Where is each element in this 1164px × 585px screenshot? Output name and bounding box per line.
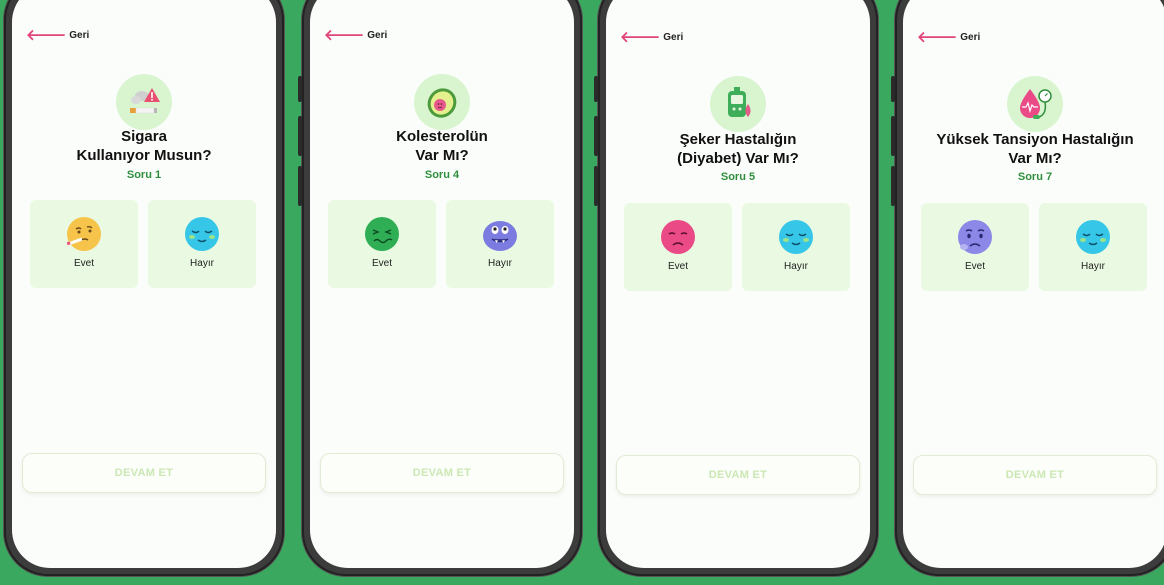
option-yes[interactable]: Evet bbox=[328, 200, 436, 288]
back-label: Geri bbox=[367, 30, 388, 41]
option-no[interactable]: Hayır bbox=[742, 203, 850, 291]
side-button bbox=[298, 116, 302, 156]
option-no[interactable]: Hayır bbox=[148, 200, 256, 288]
option-label: Evet bbox=[73, 258, 94, 269]
arrow-left-icon: 🡐 bbox=[26, 27, 67, 44]
question-screen: 🡐 Geri Kolesterolün Var Mı? Soru 4 Evet … bbox=[310, 0, 574, 568]
question-number: Soru 1 bbox=[126, 169, 162, 181]
option-yes[interactable]: Evet bbox=[624, 203, 732, 291]
option-label: Hayır bbox=[1081, 261, 1105, 272]
question-title: Yüksek Tansiyon Hastalığın Var Mı? bbox=[936, 131, 1134, 167]
side-button bbox=[891, 116, 895, 156]
option-label: Hayır bbox=[488, 258, 512, 269]
avocado-icon bbox=[414, 74, 470, 130]
option-no[interactable]: Hayır bbox=[446, 200, 554, 288]
smoking-face-emoji bbox=[66, 217, 101, 251]
side-button bbox=[891, 76, 895, 102]
option-label: Evet bbox=[371, 258, 392, 269]
option-label: Evet bbox=[667, 261, 688, 272]
side-button bbox=[594, 166, 598, 206]
smirking-monster-emoji bbox=[483, 221, 517, 251]
side-button bbox=[594, 116, 598, 156]
back-button[interactable]: 🡐 Geri bbox=[917, 30, 980, 45]
back-label: Geri bbox=[960, 32, 981, 43]
relieved-face-emoji bbox=[779, 220, 813, 254]
option-yes[interactable]: Evet bbox=[921, 203, 1029, 291]
relieved-face-emoji bbox=[185, 217, 219, 251]
question-screen: 🡐 Geri Yüksek Tansiyon Hastalığın Var Mı… bbox=[903, 0, 1164, 568]
arrow-left-icon: 🡐 bbox=[324, 27, 365, 44]
blood-pressure-icon bbox=[1007, 76, 1063, 132]
relieved-face-emoji bbox=[1076, 220, 1110, 254]
back-label: Geri bbox=[663, 32, 684, 43]
phone-frame: 🡐 Geri Yüksek Tansiyon Hastalığın Var Mı… bbox=[891, 0, 1164, 576]
side-button bbox=[298, 76, 302, 102]
continue-button[interactable]: DEVAM ET bbox=[22, 453, 266, 493]
option-label: Hayır bbox=[784, 261, 808, 272]
option-yes[interactable]: Evet bbox=[30, 200, 138, 288]
side-button bbox=[298, 166, 302, 206]
question-number: Soru 5 bbox=[720, 171, 756, 183]
question-number: Soru 4 bbox=[424, 169, 460, 181]
back-button[interactable]: 🡐 Geri bbox=[26, 28, 89, 43]
option-label: Evet bbox=[964, 261, 985, 272]
glucose-meter-icon bbox=[710, 76, 766, 132]
back-button[interactable]: 🡐 Geri bbox=[324, 28, 387, 43]
question-screen: 🡐 Geri Sigara Kullanıyor Musun? Soru 1 E… bbox=[12, 0, 276, 568]
phone-frame: 🡐 Geri Kolesterolün Var Mı? Soru 4 Evet … bbox=[298, 0, 582, 576]
question-title: Şeker Hastalığın (Diyabet) Var Mı? bbox=[677, 131, 799, 167]
question-title: Kolesterolün Var Mı? bbox=[396, 128, 488, 164]
nauseated-face-emoji bbox=[365, 217, 399, 251]
sad-face-emoji bbox=[661, 220, 695, 254]
question-screen: 🡐 Geri Şeker Hastalığın (Diyabet) Var Mı… bbox=[606, 0, 870, 568]
continue-button[interactable]: DEVAM ET bbox=[913, 455, 1157, 495]
question-title: Sigara Kullanıyor Musun? bbox=[76, 128, 212, 164]
arrow-left-icon: 🡐 bbox=[620, 29, 661, 46]
back-button[interactable]: 🡐 Geri bbox=[620, 30, 683, 45]
back-label: Geri bbox=[69, 30, 90, 41]
phone-frame: 🡐 Geri Şeker Hastalığın (Diyabet) Var Mı… bbox=[594, 0, 878, 576]
side-button bbox=[594, 76, 598, 102]
app-stage: 🡐 Geri Sigara Kullanıyor Musun? Soru 1 E… bbox=[0, 0, 1164, 585]
continue-button[interactable]: DEVAM ET bbox=[616, 455, 860, 495]
smoking-cigarette-warning-icon bbox=[116, 74, 172, 130]
continue-button[interactable]: DEVAM ET bbox=[320, 453, 564, 493]
arrow-left-icon: 🡐 bbox=[917, 29, 958, 46]
question-number: Soru 7 bbox=[1017, 171, 1053, 183]
worried-face-emoji bbox=[958, 220, 992, 254]
option-no[interactable]: Hayır bbox=[1039, 203, 1147, 291]
option-label: Hayır bbox=[190, 258, 214, 269]
side-button bbox=[891, 166, 895, 206]
phone-frame: 🡐 Geri Sigara Kullanıyor Musun? Soru 1 E… bbox=[4, 0, 284, 576]
